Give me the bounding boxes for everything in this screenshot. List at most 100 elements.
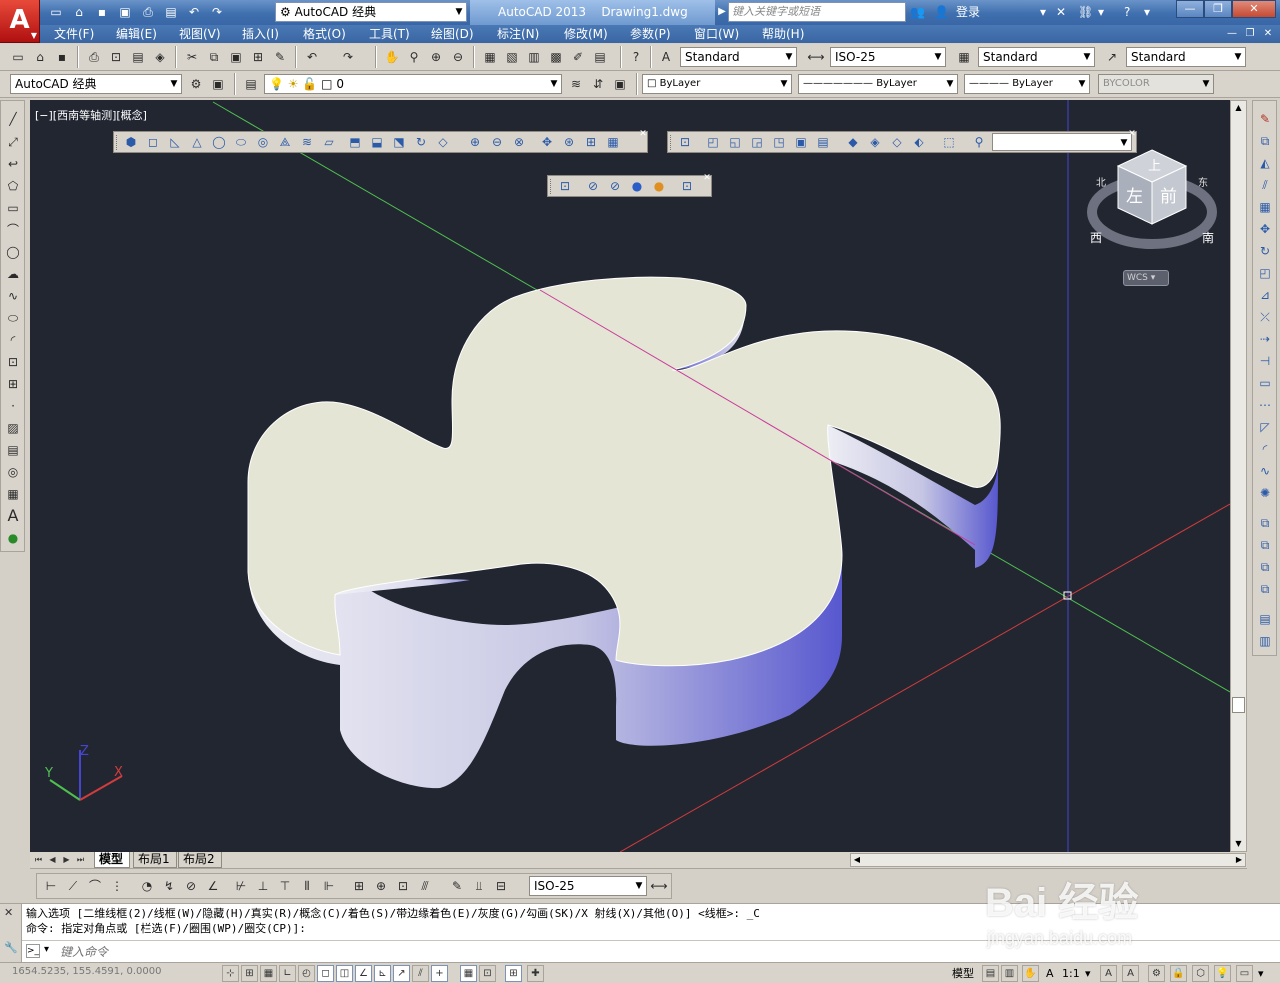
dynamic-input-icon[interactable]: ↗ [393, 965, 410, 982]
chevron-down-icon[interactable]: ▾ [1144, 3, 1150, 21]
stretch-icon[interactable]: ⊿ [1255, 285, 1275, 305]
multileader-style-icon[interactable]: ↗ [1102, 47, 1122, 67]
jogged-icon[interactable]: ↯ [159, 876, 179, 896]
properties-icon[interactable]: ▦ [480, 47, 500, 67]
exchange-icon[interactable]: ✕ [1056, 3, 1066, 21]
restore-icon[interactable]: ❐ [1242, 26, 1258, 42]
help-icon[interactable]: ? [1124, 3, 1130, 21]
conceptual-icon[interactable]: ● [650, 178, 668, 195]
new-icon[interactable]: ▭ [46, 3, 66, 21]
angular-icon[interactable]: ∠ [203, 876, 223, 896]
menu-edit[interactable]: 编辑(E) [112, 25, 161, 43]
fillet-icon[interactable]: ◜ [1255, 439, 1275, 459]
close-icon[interactable]: ✕ [1232, 0, 1276, 18]
zoom-window-icon[interactable]: ⊕ [426, 47, 446, 67]
chevron-down-icon[interactable]: ▾ [1085, 966, 1091, 981]
join-icon[interactable]: ⋯ [1255, 395, 1275, 415]
send-under-icon[interactable]: ⧉ [1255, 579, 1275, 599]
minimize-icon[interactable]: — [1176, 0, 1204, 18]
tab-layout2[interactable]: 布局2 [178, 852, 222, 868]
scroll-down-icon[interactable]: ▼ [1231, 837, 1246, 851]
horizontal-scrollbar[interactable]: ◀ ▶ [850, 853, 1246, 867]
break-icon[interactable]: ▭ [1255, 373, 1275, 393]
dim-style-icon[interactable]: ⟷ [806, 47, 826, 67]
right-view-icon[interactable]: ◳ [770, 134, 788, 151]
ordinate-icon[interactable]: ⋮ [107, 876, 127, 896]
prev-tab-icon[interactable]: ◀ [46, 853, 59, 867]
plot-icon[interactable]: ⎙ [138, 3, 158, 21]
coordinate-readout[interactable]: 1654.5235, 155.4591, 0.0000 [12, 966, 162, 977]
arc-icon[interactable]: ⌒ [3, 220, 23, 240]
extend-icon[interactable]: ⇢ [1255, 329, 1275, 349]
menu-format[interactable]: 格式(O) [299, 25, 350, 43]
add-icon[interactable]: ✚ [527, 965, 544, 982]
chevron-down-icon[interactable]: ▾ [44, 944, 49, 955]
dim-edit-icon[interactable]: ✎ [447, 876, 467, 896]
polyline-icon[interactable]: ↩ [3, 154, 23, 174]
blend-curves-icon[interactable]: ∿ [1255, 461, 1275, 481]
menu-insert[interactable]: 插入(I) [238, 25, 283, 43]
explode-icon[interactable]: ✺ [1255, 483, 1275, 503]
draw-order-front-icon[interactable]: ⧉ [1255, 513, 1275, 533]
text-style-combo[interactable]: Standard ▼ [680, 47, 797, 67]
open-icon[interactable]: ⌂ [30, 47, 50, 67]
osnap-icon[interactable]: ◻ [317, 965, 334, 982]
union-icon[interactable]: ⊕ [466, 134, 484, 151]
markup-icon[interactable]: ✐ [568, 47, 588, 67]
3d-osnap-icon[interactable]: ◫ [336, 965, 353, 982]
hardware-acceleration-icon[interactable]: ⬡ [1192, 965, 1209, 982]
visual-styles-manager-icon[interactable]: ⊡ [678, 178, 696, 195]
offset-icon[interactable]: ⫽ [1255, 175, 1275, 195]
zoom-previous-icon[interactable]: ⊖ [448, 47, 468, 67]
user-icon[interactable]: 👤 [934, 3, 949, 21]
dim-space-icon[interactable]: ⫴ [297, 876, 317, 896]
viewport-controls-label[interactable]: [−][西南等轴测][概念] [35, 107, 147, 123]
auto-scale-icon[interactable]: A [1122, 965, 1139, 982]
menu-file[interactable]: 文件(F) [50, 25, 98, 43]
quickcalc-icon[interactable]: ▤ [590, 47, 610, 67]
gear-icon[interactable]: ⚙ [186, 74, 206, 94]
match-properties-icon[interactable]: ⊞ [248, 47, 268, 67]
redo-icon[interactable]: ↷ [207, 3, 227, 21]
jogged-linear-icon[interactable]: ⫻ [415, 876, 435, 896]
annotation-scale-icon[interactable]: A [1046, 966, 1054, 981]
erase-icon[interactable]: ✎ [1255, 109, 1275, 129]
se-iso-icon[interactable]: ◈ [866, 134, 884, 151]
presspull-icon[interactable]: ⬓ [368, 134, 386, 151]
table-style-icon[interactable]: ▦ [954, 47, 974, 67]
ortho-icon[interactable]: ∟ [279, 965, 296, 982]
revision-cloud-icon[interactable]: ☁ [3, 264, 23, 284]
table-icon[interactable]: ▦ [3, 484, 23, 504]
3d-move-icon[interactable]: ✥ [538, 134, 556, 151]
rotate-icon[interactable]: ↻ [1255, 241, 1275, 261]
snap-mode-icon[interactable]: ⊞ [241, 965, 258, 982]
3d-array-icon[interactable]: ▦ [604, 134, 622, 151]
paste-icon[interactable]: ▣ [226, 47, 246, 67]
scroll-thumb[interactable] [1232, 697, 1245, 713]
intersect-icon[interactable]: ⊗ [510, 134, 528, 151]
revolve-icon[interactable]: ↻ [412, 134, 430, 151]
lineweight-icon[interactable]: ⫽ [412, 965, 429, 982]
infer-constraints-icon[interactable]: ⊹ [222, 965, 239, 982]
draw-order-back-icon[interactable]: ⧉ [1255, 535, 1275, 555]
menu-help[interactable]: 帮助(H) [758, 25, 808, 43]
plot-icon[interactable]: ⎙ [84, 47, 104, 67]
open-icon[interactable]: ⌂ [69, 3, 89, 21]
top-view-icon[interactable]: ◰ [704, 134, 722, 151]
spline-icon[interactable]: ∿ [3, 286, 23, 306]
lock-icon[interactable]: ⛓ [1078, 3, 1093, 21]
sheet-set-icon[interactable]: ▩ [546, 47, 566, 67]
quick-dim-icon[interactable]: ⊬ [231, 876, 251, 896]
scroll-left-icon[interactable]: ◀ [851, 854, 863, 866]
close-icon[interactable]: ✕ [702, 173, 712, 183]
menu-modify[interactable]: 修改(M) [560, 25, 612, 43]
design-center-icon[interactable]: ▧ [502, 47, 522, 67]
block-editor-icon[interactable]: ✎ [270, 47, 290, 67]
wedge-icon[interactable]: ◺ [166, 134, 184, 151]
move-icon[interactable]: ✥ [1255, 219, 1275, 239]
ellipse-icon[interactable]: ⬭ [3, 308, 23, 328]
restore-icon[interactable]: ❐ [1204, 0, 1232, 18]
subtract-icon[interactable]: ⊖ [488, 134, 506, 151]
layer-previous-icon[interactable]: ⇵ [588, 74, 608, 94]
cylinder-icon[interactable]: ⬭ [232, 134, 250, 151]
